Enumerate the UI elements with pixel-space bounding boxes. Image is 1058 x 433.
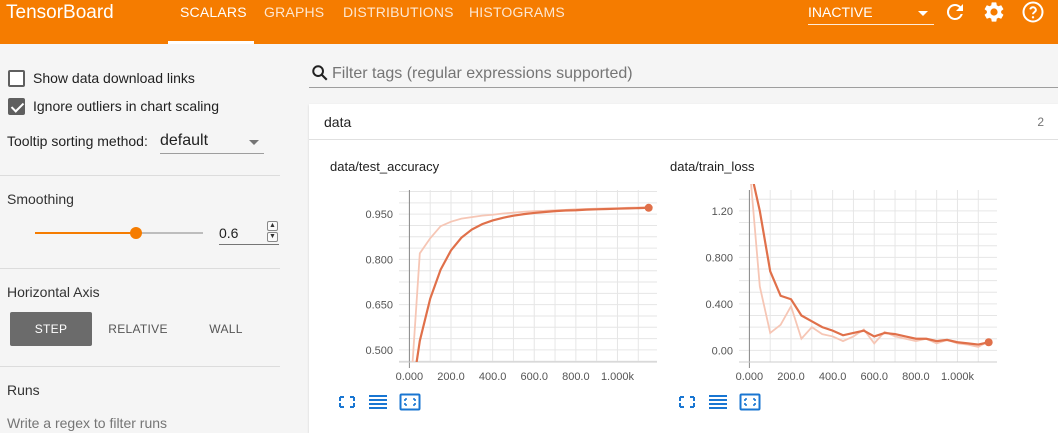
- brand-title: TensorBoard: [6, 2, 114, 23]
- x-tick-label: 0.000: [396, 371, 424, 383]
- x-tick-label: 600.0: [520, 371, 548, 383]
- tag-filter-input[interactable]: Filter tags (regular expressions support…: [309, 60, 1058, 88]
- test-accuracy-chart[interactable]: 0.500 0.650 0.800 0.950 0.000 200.0 400.0 600.0…: [337, 182, 663, 392]
- panel-count: 2: [1037, 115, 1044, 129]
- y-tick-label: 0.800: [365, 254, 393, 266]
- run-status-value: INACTIVE: [808, 4, 873, 20]
- tab-graphs[interactable]: GRAPHS: [264, 4, 324, 20]
- tab-scalars[interactable]: SCALARS: [180, 4, 247, 20]
- axis-step-button[interactable]: STEP: [10, 312, 92, 346]
- tooltip-sorting-label: Tooltip sorting method:: [7, 133, 148, 149]
- tooltip-sorting-value: default: [160, 132, 209, 149]
- y-tick-label: 0.500: [365, 345, 393, 357]
- tag-group-panel: data 2 data/test_accuracy 0.500 0.650 0.80…: [309, 104, 1058, 433]
- ignore-outliers-option[interactable]: Ignore outliers in chart scaling: [8, 96, 219, 116]
- chart-title: data/test_accuracy: [330, 159, 440, 174]
- show-download-links-option[interactable]: Show data download links: [8, 68, 195, 88]
- decrement-icon[interactable]: ▼: [267, 232, 278, 242]
- help-icon[interactable]: [1021, 0, 1045, 24]
- x-tick-label: 1.000k: [941, 371, 975, 383]
- y-tick-label: 0.650: [365, 300, 393, 312]
- y-tick-label: 0.950: [365, 209, 393, 221]
- chevron-down-icon: [918, 11, 928, 16]
- fit-domain-icon[interactable]: [399, 392, 421, 412]
- tab-distributions[interactable]: DISTRIBUTIONS: [343, 4, 454, 20]
- train-loss-chart[interactable]: 0.00 0.400 0.800 1.20 0.000 200.0 400.0 600.0 80…: [677, 182, 1003, 392]
- panel-header[interactable]: data 2: [309, 104, 1058, 140]
- y-tick-label: 0.00: [712, 345, 733, 357]
- search-icon: [312, 65, 328, 81]
- show-download-links-label: Show data download links: [33, 70, 195, 86]
- smoothing-slider-knob[interactable]: [129, 227, 142, 239]
- x-tick-label: 800.0: [902, 371, 930, 383]
- tag-filter-placeholder: Filter tags (regular expressions support…: [332, 65, 633, 82]
- run-status-select[interactable]: INACTIVE: [808, 3, 934, 25]
- axis-wall-button[interactable]: WALL: [184, 312, 268, 346]
- chevron-down-icon: [249, 140, 259, 145]
- last-point-marker: [644, 203, 653, 212]
- toggle-log-scale-icon[interactable]: [707, 392, 729, 412]
- show-download-links-checkbox[interactable]: [8, 69, 25, 87]
- fit-domain-icon[interactable]: [739, 392, 761, 412]
- x-tick-label: 200.0: [437, 371, 465, 383]
- ignore-outliers-label: Ignore outliers in chart scaling: [33, 98, 219, 114]
- settings-icon[interactable]: [982, 0, 1006, 24]
- top-bar: TensorBoard SCALARS GRAPHS DISTRIBUTIONS…: [0, 0, 1058, 44]
- sidebar-divider: [0, 366, 280, 367]
- runs-title: Runs: [7, 382, 40, 398]
- panel-title: data: [324, 114, 352, 130]
- x-tick-label: 0.000: [736, 371, 764, 383]
- smoothing-slider-fill: [35, 232, 136, 234]
- runs-filter-input[interactable]: Write a regex to filter runs: [7, 415, 167, 431]
- fullscreen-icon[interactable]: [676, 392, 698, 412]
- ignore-outliers-checkbox[interactable]: [8, 97, 25, 115]
- y-tick-label: 0.400: [705, 299, 733, 311]
- x-tick-label: 800.0: [562, 371, 590, 383]
- last-point-marker: [984, 338, 993, 347]
- smoothing-title: Smoothing: [7, 191, 74, 207]
- y-tick-label: 1.20: [712, 206, 733, 218]
- sidebar-divider: [0, 175, 280, 176]
- increment-icon[interactable]: ▲: [267, 221, 278, 231]
- x-tick-label: 1.000k: [601, 371, 635, 383]
- toggle-log-scale-icon[interactable]: [367, 392, 389, 412]
- tab-histograms[interactable]: HISTOGRAMS: [469, 4, 565, 20]
- axis-relative-button[interactable]: RELATIVE: [96, 312, 180, 346]
- horizontal-axis-title: Horizontal Axis: [7, 284, 100, 300]
- refresh-icon[interactable]: [943, 0, 967, 24]
- x-tick-label: 600.0: [860, 371, 888, 383]
- x-tick-label: 400.0: [479, 371, 507, 383]
- chart-title: data/train_loss: [670, 159, 755, 174]
- smoothing-value: 0.6: [219, 225, 239, 241]
- smoothing-input[interactable]: 0.6 ▲ ▼: [219, 221, 279, 245]
- x-tick-label: 400.0: [819, 371, 847, 383]
- tooltip-sorting-select[interactable]: default: [160, 130, 264, 154]
- sidebar-divider: [0, 268, 280, 269]
- sidebar: Show data download links Ignore outliers…: [0, 44, 295, 433]
- y-tick-label: 0.800: [705, 252, 733, 264]
- x-tick-label: 200.0: [777, 371, 805, 383]
- fullscreen-icon[interactable]: [336, 392, 358, 412]
